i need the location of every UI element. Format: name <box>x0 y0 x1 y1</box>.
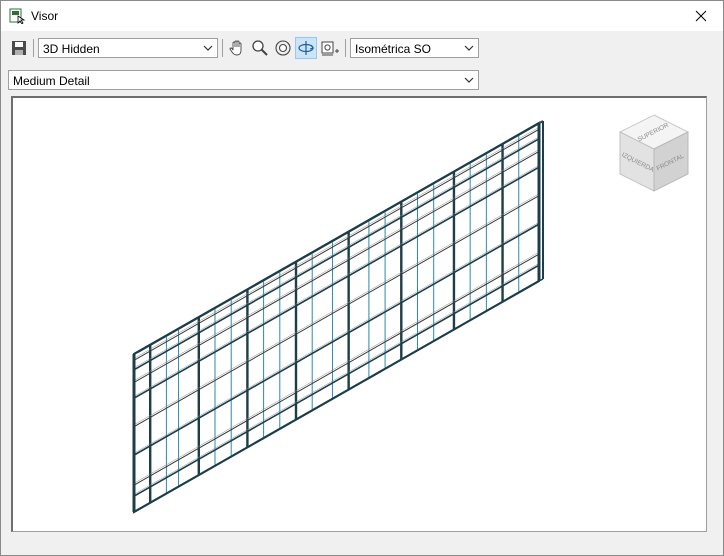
window-title: Visor <box>31 9 59 23</box>
wall-outline <box>133 121 540 514</box>
orbit-button[interactable] <box>295 37 317 59</box>
visual-style-value: 3D Hidden <box>43 42 100 56</box>
chevron-down-icon <box>464 45 474 51</box>
viewcube[interactable]: SUPERIOR IZQUIERDA FRONTAL <box>614 112 694 194</box>
detail-level-dropdown[interactable]: Medium Detail <box>8 70 479 90</box>
pan-button[interactable] <box>226 37 248 59</box>
detail-level-value: Medium Detail <box>13 74 90 88</box>
magnifier-icon <box>252 40 268 56</box>
orbit-icon <box>298 41 314 55</box>
zoom-button[interactable] <box>249 37 271 59</box>
curtain-wall-model <box>132 120 544 514</box>
zoom-extents-icon <box>275 40 291 56</box>
toolbar-separator <box>345 39 346 57</box>
toolbar-separator <box>33 39 34 57</box>
close-icon <box>695 10 707 22</box>
view-orientation-dropdown[interactable]: Isométrica SO <box>350 38 479 58</box>
camera-icon <box>321 41 339 56</box>
chevron-down-icon <box>464 77 474 83</box>
camera-view-button[interactable] <box>319 37 341 59</box>
hand-pan-icon <box>229 40 242 56</box>
view-orientation-value: Isométrica SO <box>355 42 432 56</box>
zoom-extents-button[interactable] <box>272 37 294 59</box>
viewer-window: Visor 3D Hidden Isométrica SO Medium Det… <box>0 0 724 556</box>
visual-style-dropdown[interactable]: 3D Hidden <box>38 38 218 58</box>
close-button[interactable] <box>679 1 723 31</box>
toolbar-separator <box>222 39 223 57</box>
save-icon <box>12 41 26 55</box>
save-button[interactable] <box>8 37 30 59</box>
3d-viewport[interactable]: SUPERIOR IZQUIERDA FRONTAL <box>11 96 707 532</box>
toolbar: 3D Hidden Isométrica SO <box>1 31 723 65</box>
title-bar: Visor <box>1 1 723 31</box>
chevron-down-icon <box>203 45 213 51</box>
viewer-app-icon <box>9 8 25 24</box>
